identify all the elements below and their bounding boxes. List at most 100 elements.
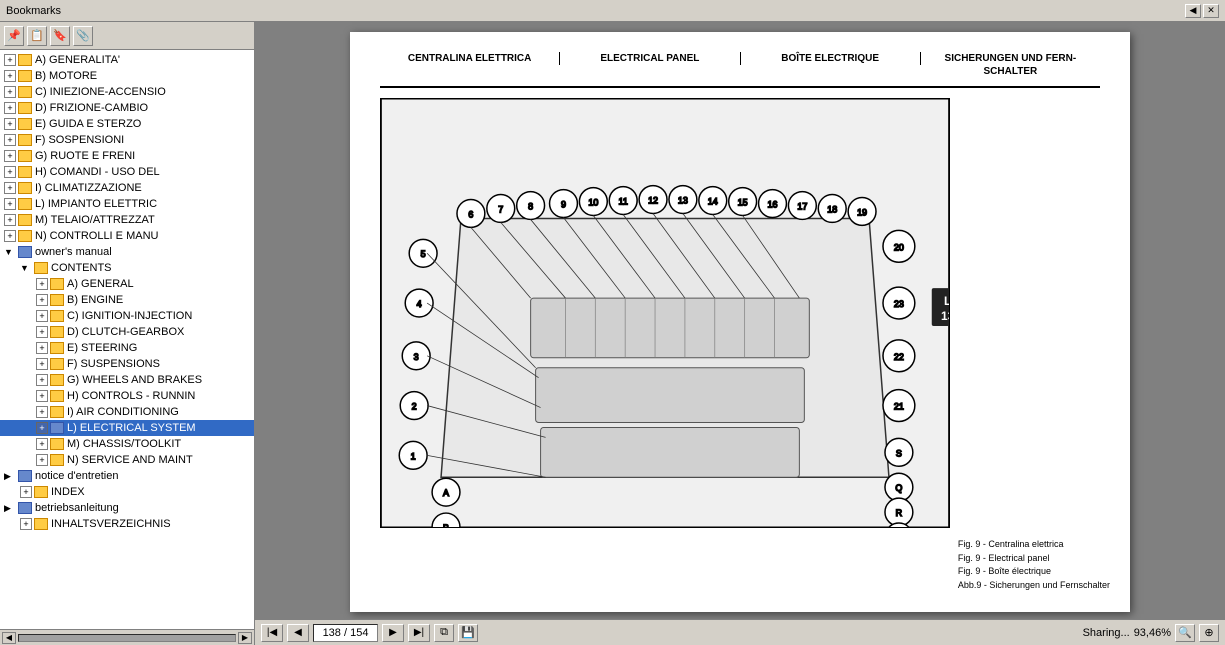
scroll-left-button[interactable]: ◀ [2,632,16,644]
zoom-out-button[interactable]: 🔍 [1175,624,1195,642]
expand-icon[interactable]: + [36,342,48,354]
svg-text:11: 11 [619,197,628,207]
sidebar-item-d-clutch[interactable]: + D) CLUTCH-GEARBOX [0,324,254,340]
sidebar: 📌 📋 🔖 📎 + A) GENERALITA' + B) MOTORE + C… [0,22,255,645]
svg-text:8: 8 [528,201,533,211]
save-icon[interactable]: 💾 [458,624,478,642]
zoom-in-button[interactable]: ⊕ [1199,624,1219,642]
expand-icon[interactable]: + [4,118,16,130]
sidebar-item-f-sospensioni[interactable]: + F) SOSPENSIONI [0,132,254,148]
expand-icon[interactable]: + [4,70,16,82]
expand-icon[interactable]: + [36,358,48,370]
folder-icon [34,486,48,498]
sidebar-item-e-guida[interactable]: + E) GUIDA E STERZO [0,116,254,132]
expand-icon[interactable]: + [4,198,16,210]
sidebar-item-index[interactable]: + INDEX [0,484,254,500]
expand-icon[interactable]: + [20,486,32,498]
sidebar-item-c-iniezione[interactable]: + C) INIEZIONE-ACCENSIO [0,84,254,100]
caption-2: Fig. 9 - Electrical panel [958,552,1110,566]
sidebar-item-notice-entretien[interactable]: ▶ notice d'entretien [0,468,254,484]
folder-icon [18,86,32,98]
bookmark-highlight-button[interactable]: 📎 [73,26,93,46]
expand-icon[interactable]: + [4,102,16,114]
expand-icon[interactable]: + [4,150,16,162]
folder-icon [18,230,32,242]
expand-icon[interactable]: + [4,134,16,146]
bookmark-remove-button[interactable]: 📋 [27,26,47,46]
header-col-3: BOÎTE ELECTRIQUE [741,52,921,65]
sidebar-item-contents[interactable]: ▼ CONTENTS [0,260,254,276]
last-page-button[interactable]: ▶| [408,624,430,642]
expand-icon[interactable]: + [20,518,32,530]
bookmark-properties-button[interactable]: 🔖 [50,26,70,46]
diagram-container: 6 7 8 9 10 11 12 13 14 15 16 [380,98,1100,528]
sidebar-item-f-suspensions[interactable]: + F) SUSPENSIONS [0,356,254,372]
sidebar-item-a-general[interactable]: + A) GENERAL [0,276,254,292]
bookmarks-tree[interactable]: + A) GENERALITA' + B) MOTORE + C) INIEZI… [0,50,254,629]
folder-icon [50,374,64,386]
prev-page-button[interactable]: ◀ [287,624,309,642]
sidebar-item-i-climatizzazione[interactable]: + I) CLIMATIZZAZIONE [0,180,254,196]
first-page-button[interactable]: |◀ [261,624,283,642]
expand-icon[interactable]: + [4,214,16,226]
expand-icon[interactable]: + [36,454,48,466]
sidebar-item-l-electrical[interactable]: + L) ELECTRICAL SYSTEM [0,420,254,436]
folder-icon [50,342,64,354]
sidebar-item-a-generalita[interactable]: + A) GENERALITA' [0,52,254,68]
document-page: CENTRALINA ELETTRICA ELECTRICAL PANEL BO… [255,22,1225,619]
sidebar-item-c-ignition[interactable]: + C) IGNITION-INJECTION [0,308,254,324]
expand-icon[interactable]: + [36,294,48,306]
folder-icon [18,182,32,194]
sidebar-item-b-engine[interactable]: + B) ENGINE [0,292,254,308]
scroll-track[interactable] [18,634,236,642]
expand-icon[interactable]: + [36,422,48,434]
expand-icon[interactable]: + [4,230,16,242]
sidebar-item-m-telaio[interactable]: + M) TELAIO/ATTREZZAT [0,212,254,228]
sidebar-item-m-chassis[interactable]: + M) CHASSIS/TOOLKIT [0,436,254,452]
sidebar-item-inhaltsverzeichnis[interactable]: + INHALTSVERZEICHNIS [0,516,254,532]
sidebar-toolbar: 📌 📋 🔖 📎 [0,22,254,50]
expand-icon[interactable]: + [36,406,48,418]
caption-3: Fig. 9 - Boîte électrique [958,565,1110,579]
expand-icon[interactable]: + [36,278,48,290]
content-area: CENTRALINA ELETTRICA ELECTRICAL PANEL BO… [255,22,1225,645]
folder-icon [50,454,64,466]
sidebar-item-l-impianto[interactable]: + L) IMPIANTO ELETTRIC [0,196,254,212]
expand-icon[interactable]: + [36,326,48,338]
bookmark-add-button[interactable]: 📌 [4,26,24,46]
expand-icon[interactable]: + [36,438,48,450]
next-page-button[interactable]: ▶ [382,624,404,642]
sidebar-item-e-steering[interactable]: + E) STEERING [0,340,254,356]
sidebar-item-n-service[interactable]: + N) SERVICE AND MAINT [0,452,254,468]
sidebar-item-i-air[interactable]: + I) AIR CONDITIONING [0,404,254,420]
status-text: Sharing... [1083,627,1130,639]
expand-icon[interactable]: + [4,166,16,178]
scroll-right-button[interactable]: ▶ [238,632,252,644]
sidebar-item-owners-manual[interactable]: ▼ owner's manual [0,244,254,260]
expand-icon[interactable]: + [4,54,16,66]
sidebar-item-d-frizione[interactable]: + D) FRIZIONE-CAMBIO [0,100,254,116]
page-number-input[interactable] [313,624,378,642]
sidebar-item-h-controls[interactable]: + H) CONTROLS - RUNNIN [0,388,254,404]
document-header: CENTRALINA ELETTRICA ELECTRICAL PANEL BO… [380,52,1100,88]
sidebar-item-b-motore[interactable]: + B) MOTORE [0,68,254,84]
expand-icon[interactable]: + [4,86,16,98]
sidebar-item-g-ruote[interactable]: + G) RUOTE E FRENI [0,148,254,164]
sidebar-hscroll[interactable]: ◀ ▶ [0,629,254,645]
copy-icon[interactable]: ⧉ [434,624,454,642]
sidebar-item-h-comandi[interactable]: + H) COMANDI - USO DEL [0,164,254,180]
folder-icon [18,102,32,114]
sidebar-item-g-wheels[interactable]: + G) WHEELS AND BRAKES [0,372,254,388]
expand-icon[interactable]: ◀ [1185,4,1201,18]
expand-icon[interactable]: + [36,390,48,402]
svg-text:12: 12 [648,196,658,206]
close-icon[interactable]: ✕ [1203,4,1219,18]
expand-icon[interactable]: + [36,310,48,322]
svg-text:3: 3 [414,352,419,362]
header-col-4: SICHERUNGEN UND FERN-SCHALTER [921,52,1100,78]
expand-icon[interactable]: + [36,374,48,386]
sidebar-item-betriebsanleitung[interactable]: ▶ betriebsanleitung [0,500,254,516]
sidebar-item-n-controlli[interactable]: + N) CONTROLLI E MANU [0,228,254,244]
svg-text:9: 9 [561,199,566,209]
expand-icon[interactable]: + [4,182,16,194]
